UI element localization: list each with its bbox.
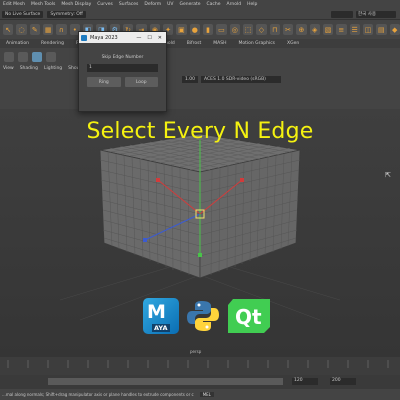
status-right: 한국 사용 bbox=[331, 10, 400, 18]
merge-icon[interactable]: ⊕ bbox=[296, 24, 307, 35]
cylinder-icon[interactable]: ▮ bbox=[202, 24, 214, 35]
lasso-tool-icon[interactable]: ◌ bbox=[16, 24, 27, 35]
quad-draw-icon[interactable]: ◈ bbox=[309, 24, 320, 35]
menu-arnold[interactable]: Arnold bbox=[224, 2, 245, 7]
qt-logo-text: Qt bbox=[235, 305, 262, 329]
logos-row: M AYA Qt bbox=[143, 298, 271, 334]
maya-dialog: Maya 2023 — ☐ ✕ Skip Edge Number 1 Ring … bbox=[78, 31, 167, 112]
channel-box-icon[interactable]: ☰ bbox=[349, 24, 360, 35]
menu-cache[interactable]: Cache bbox=[204, 2, 224, 7]
menu-curves[interactable]: Curves bbox=[94, 2, 116, 7]
mouse-cursor-icon: ⇱ bbox=[385, 171, 391, 179]
range-start-field[interactable]: 120 bbox=[292, 378, 318, 385]
snap-grid-icon[interactable]: ▦ bbox=[42, 24, 54, 35]
gamma-field[interactable]: 1.00 bbox=[182, 76, 199, 83]
outliner-icon[interactable]: ≡ bbox=[336, 24, 347, 35]
viewport-menu-view[interactable]: View bbox=[3, 66, 14, 71]
menu-edit-mesh[interactable]: Edit Mesh bbox=[0, 2, 28, 7]
shelf-tab-xgen[interactable]: XGen bbox=[281, 41, 305, 46]
main-menubar: Edit Mesh Mesh Tools Mesh Display Curves… bbox=[0, 0, 400, 9]
window-controls: — ☐ ✕ bbox=[136, 35, 166, 41]
dialog-body: Skip Edge Number 1 Ring Loop bbox=[79, 43, 166, 93]
maya-logo: M AYA bbox=[143, 298, 179, 334]
menu-uv[interactable]: UV bbox=[164, 2, 176, 7]
plane-icon[interactable]: ▭ bbox=[216, 24, 227, 35]
modeling-toolkit-icon[interactable]: ◆ bbox=[389, 24, 400, 35]
extrude-icon[interactable]: ⬚ bbox=[242, 24, 254, 35]
tool-settings-icon[interactable]: ▤ bbox=[376, 24, 387, 35]
help-text: ...mal along normals; Shift+drag manipul… bbox=[2, 392, 194, 397]
viewport-fields: 1.00 ACES 1.0 SDR-video (sRGB) bbox=[182, 76, 282, 83]
close-icon[interactable]: ✕ bbox=[158, 35, 162, 41]
range-bar[interactable] bbox=[48, 378, 283, 385]
maya-logo-letter: M bbox=[147, 301, 166, 323]
menu-surfaces[interactable]: Surfaces bbox=[116, 2, 142, 7]
shelf-tab-motion-graphics[interactable]: Motion Graphics bbox=[232, 41, 281, 46]
live-surface-dropdown[interactable]: No Live Surface bbox=[2, 10, 44, 18]
qt-logo: Qt bbox=[228, 299, 270, 333]
skip-edge-input[interactable]: 1 bbox=[87, 64, 158, 72]
torus-icon[interactable]: ◎ bbox=[229, 24, 240, 35]
status-line: No Live Surface Symmetry: Off 한국 사용 bbox=[0, 9, 400, 20]
menu-mesh-display[interactable]: Mesh Display bbox=[58, 2, 94, 7]
shelf-tab-animation[interactable]: Animation bbox=[0, 41, 35, 46]
menu-deform[interactable]: Deform bbox=[141, 2, 164, 7]
python-logo bbox=[187, 301, 219, 331]
range-end-field[interactable]: 200 bbox=[330, 378, 356, 385]
shelf-icons bbox=[0, 48, 400, 65]
paint-select-icon[interactable]: ✎ bbox=[29, 24, 40, 35]
menu-mesh-tools[interactable]: Mesh Tools bbox=[28, 2, 58, 7]
viewport-menu-lighting[interactable]: Lighting bbox=[44, 66, 62, 71]
sphere-icon[interactable]: ● bbox=[189, 24, 200, 35]
colorspace-dropdown[interactable]: ACES 1.0 SDR-video (sRGB) bbox=[201, 76, 282, 83]
help-line: ...mal along normals; Shift+drag manipul… bbox=[0, 389, 400, 400]
dialog-titlebar[interactable]: Maya 2023 — ☐ ✕ bbox=[79, 32, 166, 43]
tool-icons-row: ↖ ◌ ✎ ▦ ∩ • ◧ ◨ ⚙ ↻ ⇥ ◉ ✦ ▣ ● ▮ ▭ ◎ ⬚ ◇ … bbox=[0, 20, 400, 39]
shelf-tab-mash[interactable]: MASH bbox=[207, 41, 232, 46]
uv-editor-icon[interactable]: ▧ bbox=[322, 24, 334, 35]
select-tool-icon[interactable]: ↖ bbox=[3, 24, 14, 35]
ring-button[interactable]: Ring bbox=[87, 77, 121, 87]
bevel-icon[interactable]: ◇ bbox=[256, 24, 267, 35]
menu-generate[interactable]: Generate bbox=[176, 2, 203, 7]
shelf-button-icon[interactable] bbox=[18, 51, 28, 62]
cube-icon[interactable]: ▣ bbox=[176, 24, 187, 35]
viewport-menu-shading[interactable]: Shading bbox=[20, 66, 38, 71]
dialog-buttons: Ring Loop bbox=[87, 77, 158, 87]
maya-window-icon bbox=[81, 34, 87, 41]
symmetry-dropdown[interactable]: Symmetry: Off bbox=[47, 10, 86, 18]
multicut-icon[interactable]: ✂ bbox=[282, 24, 294, 35]
shelf-button-icon[interactable] bbox=[32, 51, 42, 62]
mel-label[interactable]: MEL bbox=[199, 392, 214, 397]
overlay-title: Select Every N Edge bbox=[86, 119, 314, 144]
bridge-icon[interactable]: ⊓ bbox=[269, 24, 280, 35]
menu-help[interactable]: Help bbox=[244, 2, 260, 7]
attribute-editor-icon[interactable]: ◫ bbox=[362, 24, 374, 35]
shelf-button-icon[interactable] bbox=[4, 51, 14, 62]
maximize-icon[interactable]: ☐ bbox=[147, 35, 151, 41]
user-account[interactable]: 한국 사용 bbox=[356, 10, 396, 18]
shelf-button-icon[interactable] bbox=[46, 51, 56, 62]
time-ruler bbox=[7, 360, 389, 368]
search-field[interactable] bbox=[331, 10, 353, 18]
maya-logo-sub: AYA bbox=[152, 324, 170, 332]
camera-label: persp bbox=[190, 349, 202, 354]
snap-curve-icon[interactable]: ∩ bbox=[56, 24, 67, 35]
skip-edge-label: Skip Edge Number bbox=[101, 55, 144, 60]
viewport-panel-bar: View Shading Lighting Show Renderer Pane… bbox=[0, 65, 400, 109]
range-slider: 120 200 bbox=[0, 375, 400, 389]
dialog-title: Maya 2023 bbox=[90, 34, 118, 41]
shelf-tab-rendering[interactable]: Rendering bbox=[35, 41, 70, 46]
shelf-tab-bifrost[interactable]: Bifrost bbox=[181, 41, 208, 46]
minimize-icon[interactable]: — bbox=[136, 35, 141, 41]
shelf-tabs: Animation Rendering FX FX Caching Custom… bbox=[0, 39, 400, 48]
loop-button[interactable]: Loop bbox=[124, 77, 158, 87]
